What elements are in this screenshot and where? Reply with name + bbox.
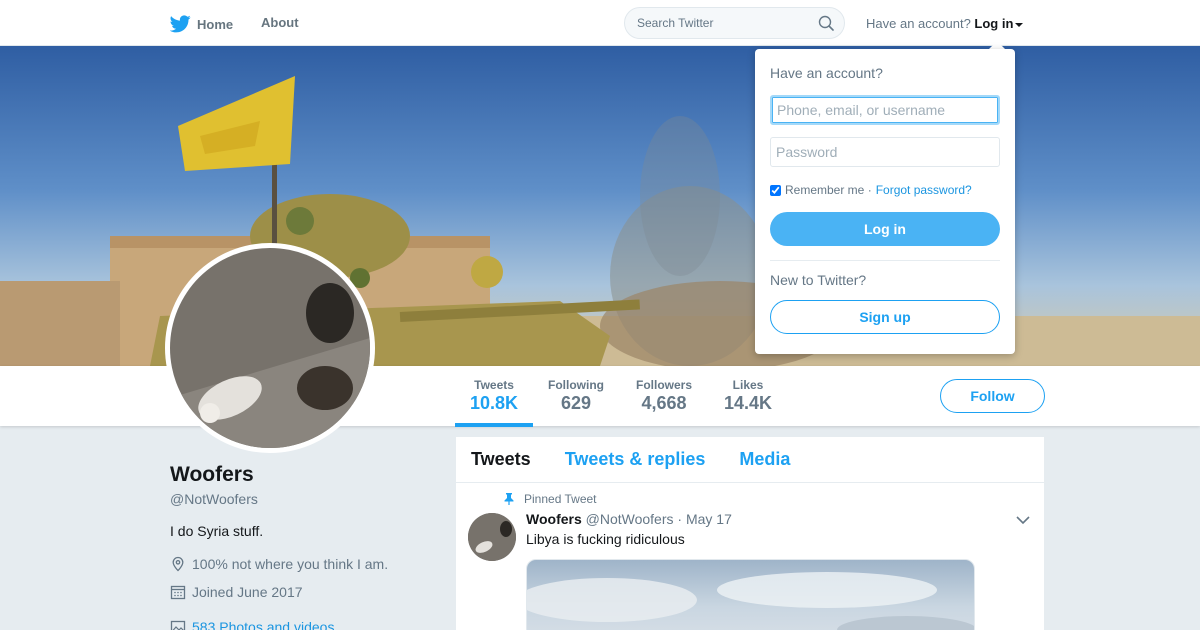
profile-name: Woofers — [170, 463, 254, 486]
stat-label: Tweets — [474, 378, 514, 392]
tweet-media[interactable] — [526, 559, 975, 630]
pin-icon — [504, 493, 514, 505]
stat-following[interactable]: Following 629 — [548, 378, 604, 414]
search-input[interactable]: Search Twitter — [624, 7, 845, 39]
location-text: 100% not where you think I am. — [192, 556, 389, 572]
tweet-media-image — [527, 572, 974, 630]
media-link-text[interactable]: 583 Photos and videos — [192, 619, 334, 630]
dropdown-divider — [770, 260, 1000, 261]
pinned-text: Pinned Tweet — [524, 492, 597, 506]
stat-value: 629 — [560, 393, 592, 413]
tweet-header: Woofers @NotWoofers · May 17 — [526, 511, 732, 527]
tab-tweets[interactable]: Tweets — [471, 449, 531, 470]
stat-followers[interactable]: Followers 4,668 — [636, 378, 692, 414]
stat-likes[interactable]: Likes 14.4K — [724, 378, 772, 414]
avatar[interactable] — [165, 243, 375, 453]
account-menu[interactable]: Have an account? Log in — [866, 16, 1024, 31]
login-dropdown-toggle[interactable]: Log in — [974, 16, 1013, 31]
nav-home[interactable]: Home — [170, 15, 233, 33]
search-icon[interactable] — [818, 15, 834, 31]
search-placeholder: Search Twitter — [637, 16, 714, 30]
profile-joined: Joined June 2017 — [170, 584, 303, 600]
new-to-twitter-text: New to Twitter? — [770, 272, 867, 288]
tweet-date[interactable]: · May 17 — [677, 511, 731, 527]
remember-me-checkbox[interactable] — [770, 184, 781, 196]
tweet-avatar-image — [468, 513, 516, 561]
chevron-down-icon[interactable] — [1016, 515, 1030, 525]
stat-label: Following — [548, 378, 604, 392]
profile-bio: I do Syria stuff. — [170, 523, 264, 539]
tab-media[interactable]: Media — [739, 449, 790, 470]
stat-value: 14.4K — [724, 393, 773, 413]
pinned-label: Pinned Tweet — [504, 492, 597, 506]
dropdown-title: Have an account? — [770, 65, 883, 81]
profile-handle: @NotWoofers — [170, 491, 258, 507]
remember-me-label[interactable]: Remember me · — [785, 183, 872, 197]
calendar-icon — [170, 585, 186, 600]
top-nav: Home About Search Twitter Have an accoun… — [0, 0, 1200, 46]
active-stat-indicator — [455, 423, 533, 427]
tweet-avatar[interactable] — [468, 513, 516, 561]
stat-label: Followers — [636, 378, 693, 392]
nav-home-label: Home — [197, 16, 234, 32]
follow-button[interactable]: Follow — [940, 379, 1045, 413]
profile-location: 100% not where you think I am. — [170, 556, 388, 572]
stat-value: 10.8K — [470, 393, 519, 413]
signup-button[interactable]: Sign up — [770, 300, 1000, 334]
nav-about[interactable]: About — [261, 15, 299, 30]
timeline-tabs: Tweets Tweets & replies Media — [456, 437, 1044, 483]
photo-icon — [170, 620, 186, 630]
login-button[interactable]: Log in — [770, 212, 1000, 246]
tweet-text: Libya is fucking ridiculous — [526, 531, 685, 547]
avatar-image — [170, 248, 370, 448]
profile-media-link[interactable]: 583 Photos and videos — [170, 619, 334, 630]
tab-tweets-replies[interactable]: Tweets & replies — [565, 449, 706, 470]
remember-me-row: Remember me · Forgot password? — [770, 183, 972, 197]
stat-value: 4,668 — [641, 393, 687, 413]
location-pin-icon — [172, 556, 184, 572]
stat-tweets[interactable]: Tweets 10.8K — [470, 378, 518, 414]
joined-text: Joined June 2017 — [192, 584, 303, 600]
login-dropdown: Have an account? Remember me · Forgot pa… — [755, 49, 1015, 354]
twitter-bird-icon — [170, 15, 191, 33]
tweet-author-name[interactable]: Woofers — [526, 511, 582, 527]
password-field[interactable] — [770, 137, 1000, 167]
timeline: Tweets Tweets & replies Media Pinned Twe… — [456, 437, 1044, 630]
forgot-password-link[interactable]: Forgot password? — [876, 183, 972, 197]
tweet-author-handle[interactable]: @NotWoofers — [586, 511, 674, 527]
caret-down-icon[interactable] — [1015, 22, 1024, 27]
account-prompt: Have an account? — [866, 16, 971, 31]
stat-label: Likes — [732, 378, 764, 392]
username-field[interactable] — [770, 95, 1000, 125]
